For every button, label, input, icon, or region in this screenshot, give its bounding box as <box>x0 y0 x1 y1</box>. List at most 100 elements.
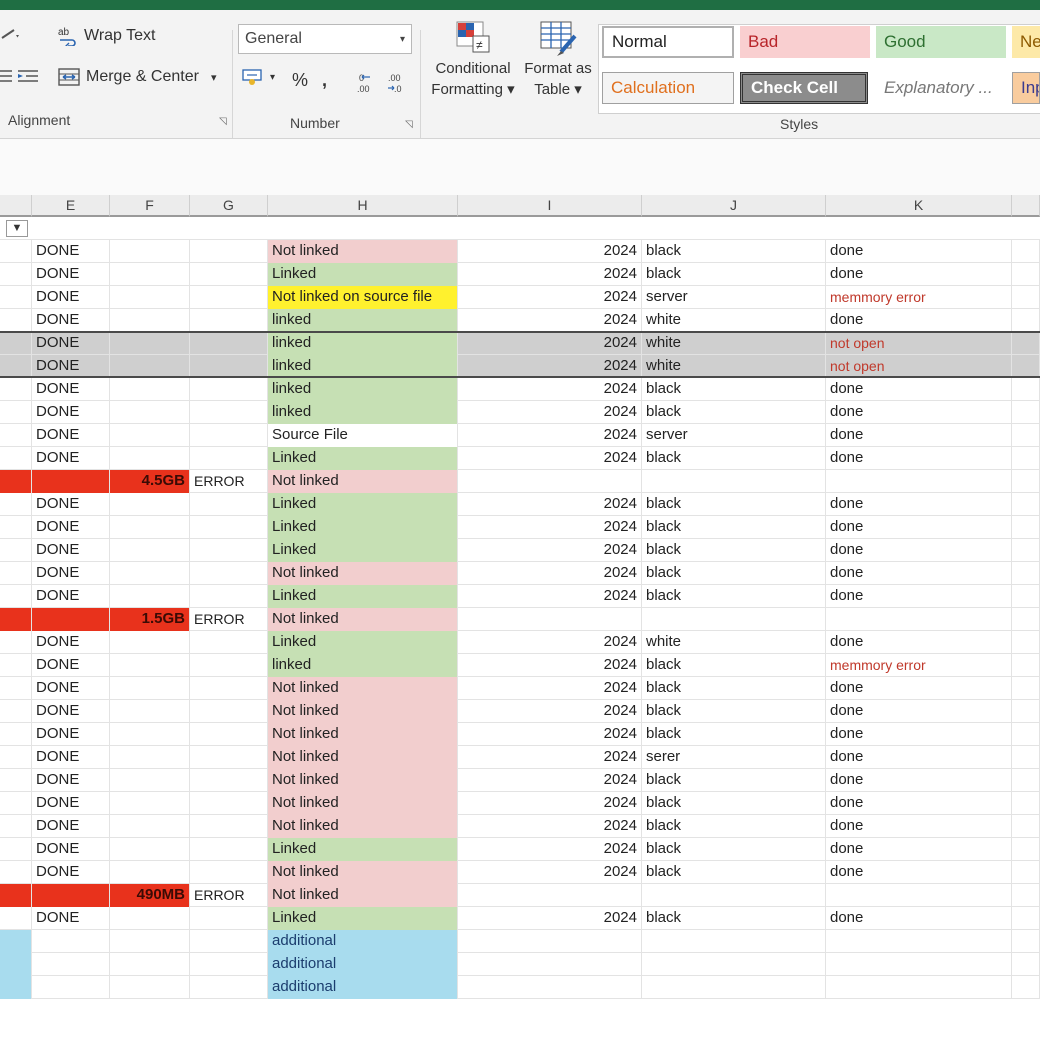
cell-l[interactable] <box>1012 470 1040 493</box>
cell-d[interactable] <box>0 746 32 769</box>
style-good[interactable]: Good <box>876 26 1006 58</box>
cell-l[interactable] <box>1012 447 1040 470</box>
cell-h[interactable]: linked <box>268 332 458 355</box>
cell-l[interactable] <box>1012 907 1040 930</box>
cell-k[interactable]: not open <box>826 332 1012 355</box>
cell-h[interactable]: Not linked <box>268 240 458 263</box>
cell-l[interactable] <box>1012 953 1040 976</box>
merge-dropdown-icon[interactable]: ▾ <box>211 71 217 84</box>
cell-i[interactable] <box>458 976 642 999</box>
cell-l[interactable] <box>1012 332 1040 355</box>
cell-j[interactable]: black <box>642 907 826 930</box>
cell-k[interactable]: done <box>826 562 1012 585</box>
cell-f[interactable] <box>110 378 190 401</box>
cell-k[interactable]: done <box>826 424 1012 447</box>
cell-k[interactable] <box>826 608 1012 631</box>
cell-i[interactable]: 2024 <box>458 240 642 263</box>
cell-l[interactable] <box>1012 309 1040 332</box>
cell-k[interactable]: done <box>826 700 1012 723</box>
cell-k[interactable] <box>826 884 1012 907</box>
cell-d[interactable] <box>0 401 32 424</box>
cell-h[interactable]: Linked <box>268 263 458 286</box>
cell-d[interactable] <box>0 516 32 539</box>
cell-k[interactable] <box>826 976 1012 999</box>
cell-i[interactable]: 2024 <box>458 769 642 792</box>
cell-l[interactable] <box>1012 700 1040 723</box>
cell-l[interactable] <box>1012 677 1040 700</box>
cell-d[interactable] <box>0 631 32 654</box>
cell-e[interactable]: DONE <box>32 677 110 700</box>
cell-g[interactable] <box>190 516 268 539</box>
cell-h[interactable]: additional <box>268 976 458 999</box>
cell-e[interactable]: DONE <box>32 240 110 263</box>
cell-f[interactable] <box>110 447 190 470</box>
style-input[interactable]: Inp <box>1012 72 1040 104</box>
cell-d[interactable] <box>0 861 32 884</box>
cell-g[interactable] <box>190 746 268 769</box>
cell-e[interactable]: DONE <box>32 769 110 792</box>
cell-l[interactable] <box>1012 769 1040 792</box>
cell-k[interactable]: done <box>826 378 1012 401</box>
cell-i[interactable]: 2024 <box>458 309 642 332</box>
cell-i[interactable]: 2024 <box>458 585 642 608</box>
cell-d[interactable] <box>0 424 32 447</box>
cell-f[interactable] <box>110 332 190 355</box>
cell-g[interactable]: ERROR <box>190 470 268 493</box>
cell-j[interactable]: black <box>642 769 826 792</box>
cell-j[interactable] <box>642 953 826 976</box>
cell-g[interactable] <box>190 838 268 861</box>
cell-h[interactable]: Not linked <box>268 470 458 493</box>
style-normal[interactable]: Normal <box>602 26 734 58</box>
cell-j[interactable]: black <box>642 263 826 286</box>
cell-j[interactable]: black <box>642 838 826 861</box>
cell-e[interactable]: DONE <box>32 493 110 516</box>
column-header-i[interactable]: I <box>458 195 642 217</box>
cell-h[interactable]: linked <box>268 355 458 378</box>
cell-g[interactable] <box>190 654 268 677</box>
number-dialog-launcher-icon[interactable]: ◹ <box>405 119 413 130</box>
cell-e[interactable] <box>32 953 110 976</box>
cell-f[interactable] <box>110 355 190 378</box>
style-bad[interactable]: Bad <box>740 26 870 58</box>
cell-f[interactable] <box>110 769 190 792</box>
cell-g[interactable] <box>190 286 268 309</box>
cell-j[interactable]: black <box>642 447 826 470</box>
cell-k[interactable]: done <box>826 815 1012 838</box>
cell-l[interactable] <box>1012 861 1040 884</box>
cell-f[interactable] <box>110 976 190 999</box>
cell-h[interactable]: Not linked <box>268 700 458 723</box>
cell-d[interactable] <box>0 447 32 470</box>
cell-d[interactable] <box>0 539 32 562</box>
cell-l[interactable] <box>1012 493 1040 516</box>
cell-f[interactable] <box>110 424 190 447</box>
cell-i[interactable]: 2024 <box>458 286 642 309</box>
style-explanatory[interactable]: Explanatory ... <box>876 72 1006 104</box>
cell-h[interactable]: linked <box>268 654 458 677</box>
filter-icon[interactable]: ▼ <box>6 220 28 237</box>
cell-i[interactable]: 2024 <box>458 539 642 562</box>
cell-j[interactable]: server <box>642 286 826 309</box>
cell-d[interactable] <box>0 953 32 976</box>
orientation-button[interactable] <box>0 26 20 42</box>
indent-button[interactable] <box>0 68 40 84</box>
cell-l[interactable] <box>1012 815 1040 838</box>
cell-i[interactable]: 2024 <box>458 792 642 815</box>
cell-j[interactable]: black <box>642 700 826 723</box>
cell-g[interactable] <box>190 263 268 286</box>
column-header-f[interactable]: F <box>110 195 190 217</box>
cell-f[interactable] <box>110 815 190 838</box>
cell-g[interactable] <box>190 240 268 263</box>
cell-g[interactable] <box>190 930 268 953</box>
cell-l[interactable] <box>1012 401 1040 424</box>
cell-e[interactable] <box>32 608 110 631</box>
cell-k[interactable]: memmory error <box>826 286 1012 309</box>
cell-h[interactable]: Not linked <box>268 746 458 769</box>
worksheet-grid[interactable]: ▼ DONE Not linked 2024 black done DONE Linked 2… <box>0 217 1040 1040</box>
cell-d[interactable] <box>0 677 32 700</box>
percent-style-button[interactable]: % <box>292 70 308 91</box>
cell-i[interactable]: 2024 <box>458 562 642 585</box>
cell-h[interactable]: Not linked <box>268 815 458 838</box>
cell-f[interactable]: 1.5GB <box>110 608 190 631</box>
cell-j[interactable] <box>642 930 826 953</box>
cell-l[interactable] <box>1012 539 1040 562</box>
